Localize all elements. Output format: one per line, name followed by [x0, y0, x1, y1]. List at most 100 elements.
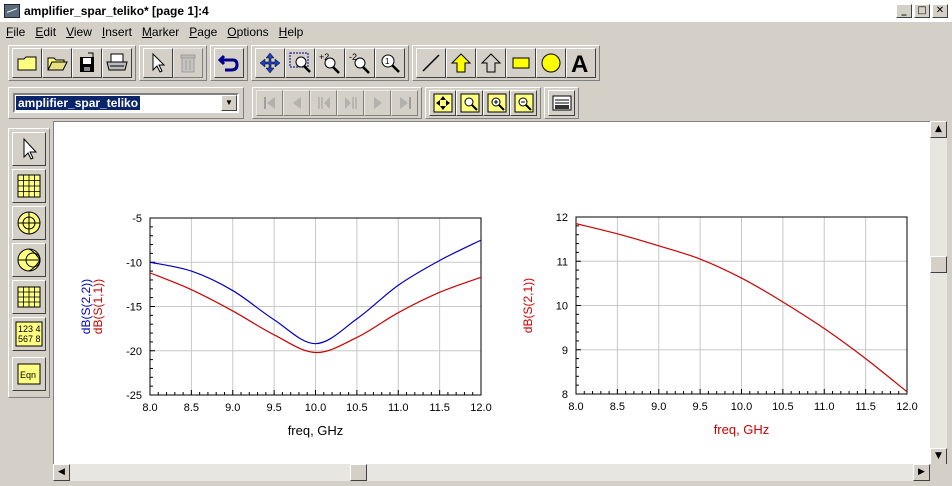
scroll-left-icon[interactable]: ◀ [53, 464, 70, 481]
next-icon[interactable] [364, 90, 391, 116]
prev-icon[interactable] [283, 90, 310, 116]
chart-xtick-label: 10.5 [346, 402, 367, 414]
menu-edit[interactable]: Edit [35, 25, 56, 39]
select-pointer-icon[interactable] [143, 48, 173, 78]
chart-ylabel-series: dB(S(2,1)) [521, 278, 535, 333]
polyline-icon[interactable] [446, 48, 476, 78]
chart-xtick-label: 9.0 [651, 401, 666, 413]
numbers-line-2: 567 8 [18, 334, 41, 344]
chart-ytick-label: 12 [556, 212, 568, 224]
zoom-in-icon[interactable] [456, 90, 483, 116]
delete-icon[interactable] [173, 48, 203, 78]
prev-fast-icon[interactable] [310, 90, 337, 116]
chart-xtick-label: 9.5 [692, 401, 707, 413]
scroll-up-icon[interactable]: ▲ [930, 121, 947, 138]
pointer-icon[interactable] [12, 132, 46, 166]
chart-xtick-label: 8.0 [142, 402, 157, 414]
zoom-in-icon[interactable]: +2 [315, 48, 345, 78]
chevron-down-icon[interactable]: ▼ [221, 95, 237, 111]
print-icon[interactable] [102, 48, 132, 78]
menu-page[interactable]: Page [189, 25, 217, 39]
list-table-icon[interactable] [12, 280, 46, 314]
next-fast-icon[interactable] [337, 90, 364, 116]
dataset-select-value: amplifier_spar_teliko [16, 96, 141, 110]
polygon-icon[interactable] [476, 48, 506, 78]
chart-ytick-label: 11 [557, 256, 568, 268]
close-button[interactable]: ✕ [932, 4, 948, 18]
chart-xtick-label: 11.5 [429, 402, 450, 414]
text-icon[interactable]: A [566, 48, 596, 78]
equation-icon[interactable]: Eqn [12, 357, 46, 391]
smith-chart-icon[interactable] [12, 243, 46, 277]
new-file-icon[interactable] [12, 48, 42, 78]
minimize-button[interactable]: _ [896, 4, 912, 18]
chart-ytick-label: 10 [556, 301, 568, 313]
line-icon[interactable] [416, 48, 446, 78]
polar-plot-icon[interactable] [12, 206, 46, 240]
chart-xtick-label: 8.5 [610, 401, 625, 413]
application-window: amplifier_spar_teliko* [page 1]:4 _ □ ✕ … [0, 0, 952, 486]
chart-ytick-label: -10 [126, 257, 142, 269]
menu-file[interactable]: File [6, 25, 25, 39]
zoom-region-icon[interactable] [483, 90, 510, 116]
datafile-icon[interactable] [548, 90, 575, 116]
scroll-right-icon[interactable]: ▶ [913, 464, 930, 481]
menu-insert[interactable]: Insert [102, 25, 132, 39]
size-grip[interactable] [930, 464, 947, 481]
stack-numbers-icon[interactable]: 123 4 567 8 [12, 317, 46, 351]
chart-ytick-label: -15 [126, 302, 142, 314]
undo-icon[interactable] [214, 48, 244, 78]
eqn-label: Eqn [20, 370, 36, 380]
horizontal-scroll-thumb[interactable] [350, 464, 367, 481]
chart-xtick-label: 10.5 [772, 401, 793, 413]
zoom-out-icon[interactable] [510, 90, 537, 116]
move-icon[interactable] [255, 48, 285, 78]
chart-xtick-label: 11.0 [388, 402, 409, 414]
menu-options[interactable]: Options [227, 25, 268, 39]
last-page-icon[interactable] [391, 90, 418, 116]
menu-view[interactable]: View [66, 25, 92, 39]
rectangle-icon[interactable] [506, 48, 536, 78]
app-icon[interactable] [4, 4, 20, 18]
chart-ytick-label: -25 [126, 390, 142, 402]
rectangular-plot-icon[interactable] [12, 169, 46, 203]
chart-xtick-label: 8.5 [184, 402, 199, 414]
circle-icon[interactable] [536, 48, 566, 78]
plot-palette: 123 4 567 8 Eqn [8, 128, 50, 398]
horizontal-scrollbar[interactable]: ◀ ▶ [53, 464, 930, 481]
svg-text:A: A [571, 51, 588, 75]
chart-ylabel-series: dB(S(1,1)) [91, 279, 105, 334]
scroll-down-icon[interactable]: ▼ [930, 448, 947, 465]
zoom-fit-icon[interactable] [429, 90, 456, 116]
plot-canvas[interactable]: 8.0 8.5 9.0 9.5 10.0 10.5 11.0 11.5 12.0 -5 -10 -15… [53, 121, 932, 465]
chart-xtick-label: 10.0 [305, 402, 326, 414]
menu-help[interactable]: Help [279, 25, 304, 39]
title-bar[interactable]: amplifier_spar_teliko* [page 1]:4 _ □ ✕ [0, 0, 952, 22]
chart-xlabel: freq, GHz [714, 422, 770, 437]
chart-ytick-label: 9 [562, 345, 568, 357]
numbers-line-1: 123 4 [18, 324, 41, 334]
chart-xtick-label: 10.0 [731, 401, 752, 413]
maximize-button[interactable]: □ [914, 4, 930, 18]
dataset-select[interactable]: amplifier_spar_teliko ▼ [13, 93, 239, 113]
vertical-scroll-thumb[interactable] [930, 256, 947, 273]
navigation-toolbar: amplifier_spar_teliko ▼ [8, 87, 579, 119]
chart-xtick-label: 12.0 [470, 402, 491, 414]
zoom-area-icon[interactable] [285, 48, 315, 78]
zoom-out-icon[interactable]: -2 [345, 48, 375, 78]
svg-text:1: 1 [385, 57, 390, 66]
chart-xtick-label: 9.0 [225, 402, 240, 414]
menu-marker[interactable]: Marker [142, 25, 179, 39]
chart-xtick-label: 11.0 [814, 401, 835, 413]
chart-xtick-label: 12.0 [896, 401, 917, 413]
open-folder-icon[interactable] [42, 48, 72, 78]
chart-ytick-label: 8 [562, 389, 568, 401]
window-title: amplifier_spar_teliko* [page 1]:4 [24, 4, 209, 18]
zoom-100-icon[interactable]: 1 [375, 48, 405, 78]
first-page-icon[interactable] [256, 90, 283, 116]
save-icon[interactable] [72, 48, 102, 78]
menu-bar: File Edit View Insert Marker Page Option… [0, 23, 952, 41]
chart-xtick-label: 8.0 [568, 401, 583, 413]
vertical-scrollbar[interactable]: ▲ ▼ [930, 121, 947, 465]
chart-xlabel: freq, GHz [288, 423, 344, 438]
